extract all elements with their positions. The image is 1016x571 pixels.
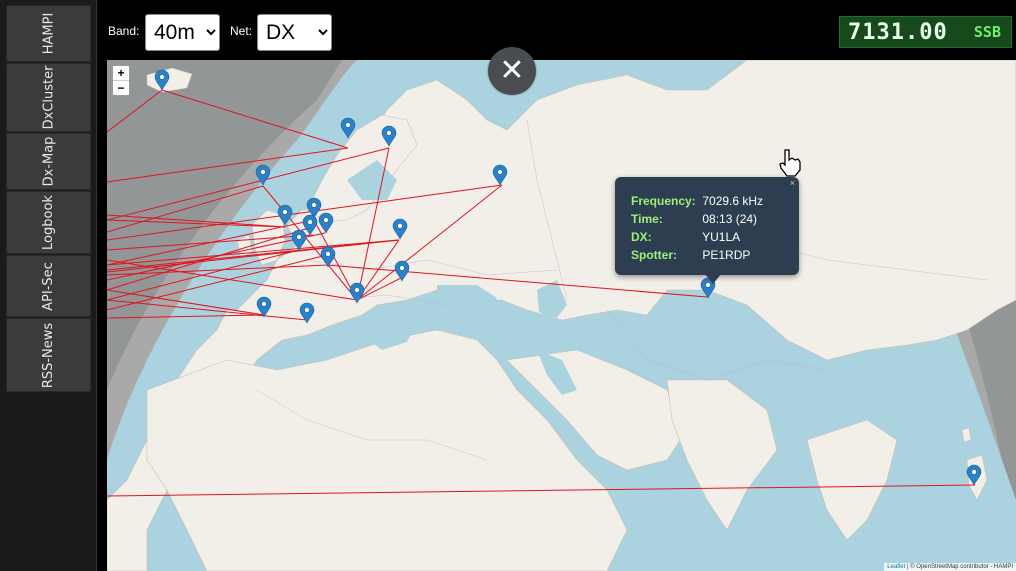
net-select[interactable]: DX (257, 14, 332, 51)
sidebar-item-api-sec[interactable]: API-Sec (6, 255, 91, 317)
popup-time-value: 08:13 (24) (702, 212, 758, 226)
band-select[interactable]: 40m (145, 14, 220, 51)
popup-dx-row: DX: YU1LA (631, 230, 740, 244)
net-label: Net: (230, 24, 253, 38)
frequency-value: 7131.00 (848, 19, 948, 45)
zoom-out-button[interactable]: − (113, 80, 129, 95)
frequency-display: 7131.00 SSB (839, 16, 1012, 48)
popup-time-label: Time: (631, 212, 663, 226)
popup-spotter-value: PE1RDP (702, 248, 751, 262)
popup-frequency-row: Frequency: 7029.6 kHz (631, 194, 763, 208)
sidebar-item-label: Logbook (40, 195, 56, 250)
sidebar: HAMPI DxCluster Dx-Map Logbook API-Sec R… (0, 0, 97, 571)
popup-close-button[interactable]: × (790, 178, 795, 188)
sidebar-item-label: RSS-News (40, 322, 56, 388)
popup-time-row: Time: 08:13 (24) (631, 212, 757, 226)
popup-tip (705, 274, 721, 284)
sidebar-item-rss-news[interactable]: RSS-News (6, 318, 91, 392)
sidebar-item-dxcluster[interactable]: DxCluster (6, 63, 91, 132)
mode-value: SSB (973, 23, 1001, 41)
zoom-control: + − (112, 65, 130, 96)
sidebar-item-label: Dx-Map (41, 136, 56, 187)
sidebar-item-label: HAMPI (41, 12, 56, 55)
band-label: Band: (108, 24, 140, 38)
popup-frequency-value: 7029.6 kHz (702, 194, 764, 208)
popup-dx-value: YU1LA (702, 230, 741, 244)
close-map-button[interactable]: ✕ (488, 47, 536, 95)
leaflet-link[interactable]: Leaflet (887, 564, 905, 570)
popup-spotter-label: Spotter: (631, 248, 677, 262)
dx-map[interactable]: + − Leaflet | © OpenStreetMap contributo… (107, 60, 1016, 571)
map-attribution: Leaflet | © OpenStreetMap contributor - … (884, 563, 1016, 571)
close-icon: ✕ (499, 54, 525, 87)
sidebar-item-label: API-Sec (41, 261, 56, 311)
sidebar-item-hampi[interactable]: HAMPI (6, 5, 91, 62)
popup-frequency-label: Frequency: (631, 194, 696, 208)
sidebar-item-dx-map[interactable]: Dx-Map (6, 133, 91, 190)
sidebar-item-logbook[interactable]: Logbook (6, 191, 91, 254)
attribution-text: | © OpenStreetMap contributor - HAMPI (906, 564, 1013, 570)
map-canvas (107, 60, 1016, 571)
popup-spotter-row: Spotter: PE1RDP (631, 248, 750, 262)
sidebar-item-label: DxCluster (40, 65, 56, 130)
zoom-in-button[interactable]: + (113, 66, 129, 80)
spot-popup: × Frequency: 7029.6 kHz Time: 08:13 (24)… (615, 177, 799, 275)
popup-dx-label: DX: (631, 230, 652, 244)
